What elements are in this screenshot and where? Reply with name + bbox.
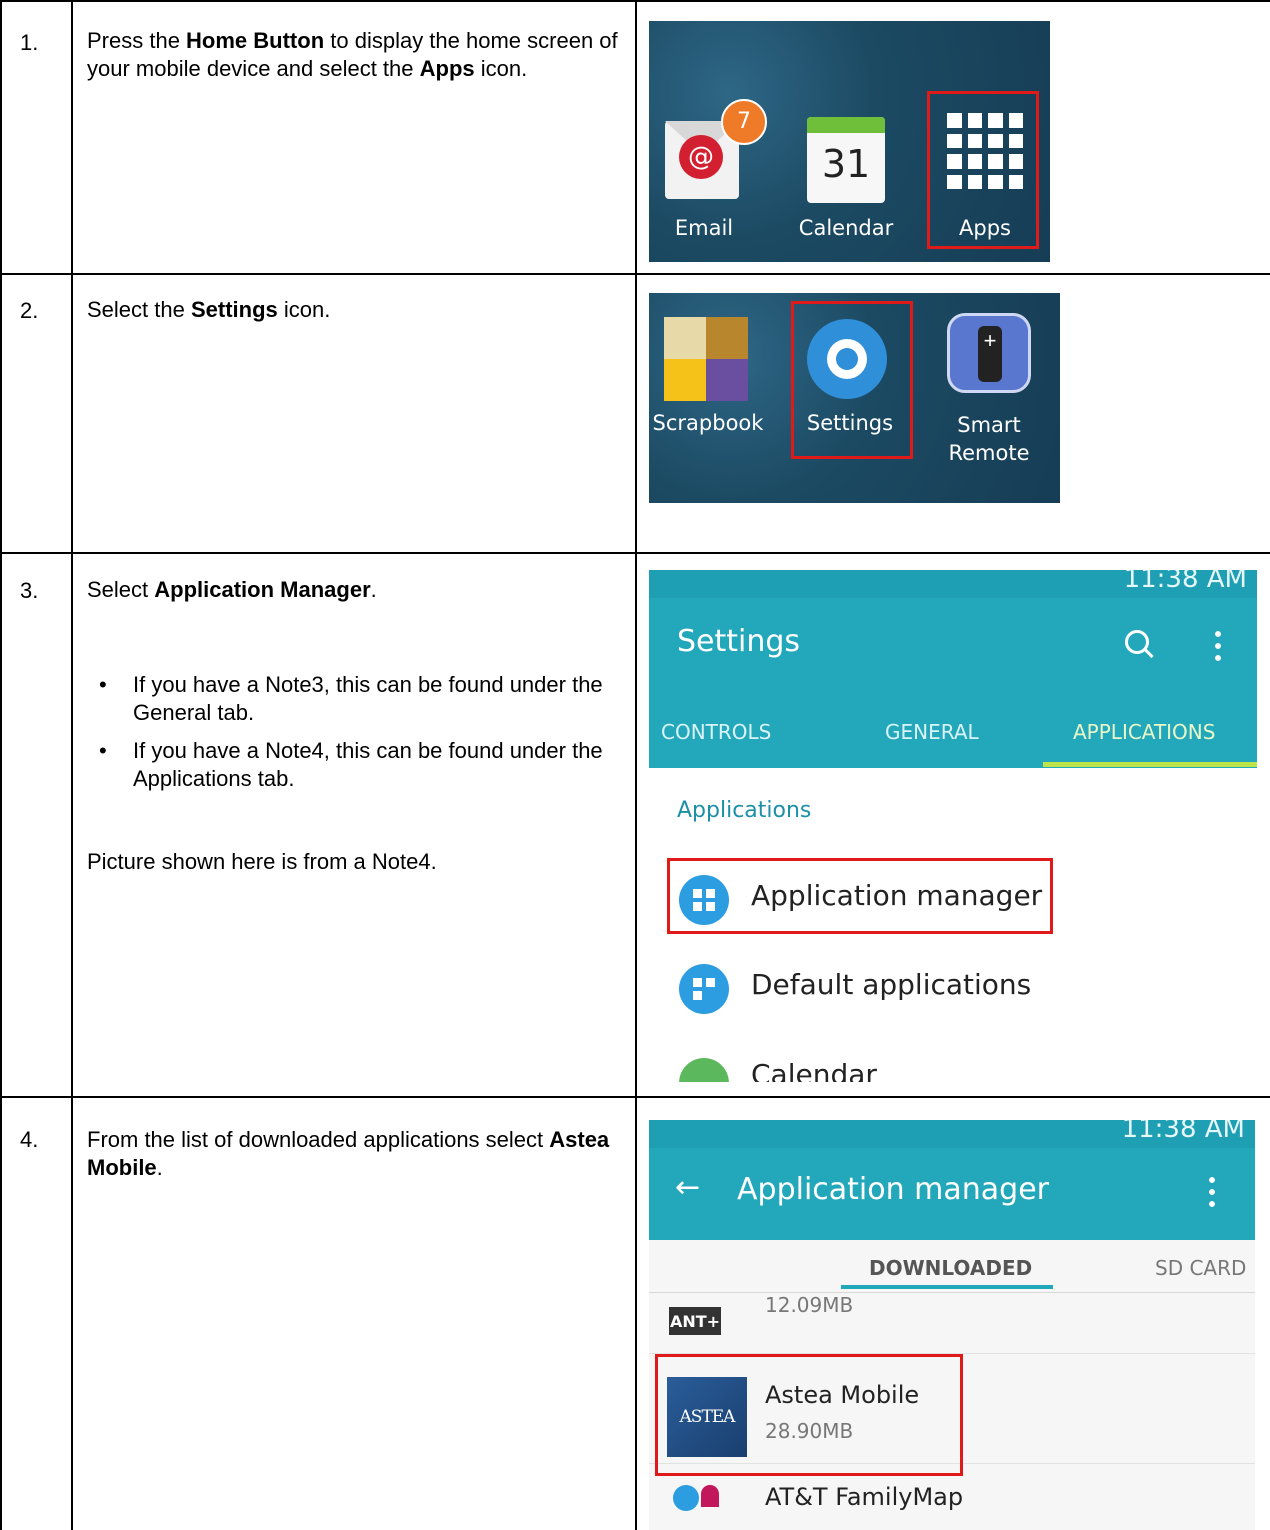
familymap-icon: [673, 1485, 699, 1511]
highlight-box: [927, 91, 1039, 249]
row-divider-2: [0, 552, 1270, 554]
app-manager-screenshot: 11:38 AM ← Application manager DOWNLOADE…: [649, 1120, 1255, 1530]
status-bar: 11:38 AM: [649, 1120, 1255, 1148]
app-name: AT&T FamilyMap: [765, 1483, 964, 1511]
tab-bar: DOWNLOADED SD CARD: [649, 1240, 1255, 1293]
tab-indicator: [1043, 762, 1257, 767]
highlight-box: [667, 858, 1053, 934]
step-instruction: From the list of downloaded applications…: [87, 1127, 610, 1180]
step-instruction: Press the Home Button to display the hom…: [87, 28, 618, 81]
ant-plus-icon: ANT+: [669, 1307, 721, 1335]
scrapbook-label: Scrapbook: [652, 411, 764, 435]
app-manager-header: ← Application manager: [649, 1148, 1255, 1240]
tab-downloaded[interactable]: DOWNLOADED: [869, 1256, 1032, 1280]
list-item: If you have a Note4, this can be found u…: [87, 737, 627, 793]
status-time: 11:38 AM: [1123, 570, 1247, 594]
apps-label: Apps: [419, 56, 475, 81]
highlight-box: [655, 1354, 963, 1476]
default-apps-icon: [679, 964, 729, 1014]
calendar-item[interactable]: Calendar: [649, 1052, 1257, 1082]
app-row[interactable]: ANT+ 12.09MB: [649, 1293, 1255, 1354]
more-options-icon[interactable]: [1215, 628, 1221, 662]
settings-header: Settings CONTROLS GENERAL APPLICATIONS: [649, 598, 1257, 768]
status-bar: 11:38 AM: [649, 570, 1257, 598]
remote-icon: +: [947, 313, 1031, 393]
tab-general[interactable]: GENERAL: [885, 720, 979, 744]
back-arrow-icon[interactable]: ←: [675, 1170, 700, 1205]
row-divider-3: [0, 1096, 1270, 1098]
more-options-icon[interactable]: [1209, 1174, 1215, 1208]
calendar-icon: 31: [807, 117, 885, 203]
search-icon-handle: [1144, 648, 1154, 659]
list-item-label: Default applications: [751, 968, 1032, 1001]
step-instruction: Select the Settings icon.: [87, 297, 331, 322]
section-header: Applications: [677, 798, 812, 823]
step-number: 3.: [20, 578, 39, 603]
list-item: If you have a Note3, this can be found u…: [87, 671, 627, 727]
tab-indicator: [841, 1285, 1053, 1289]
familymap-icon: [701, 1485, 719, 1507]
remote-label: Smart Remote: [948, 413, 1030, 465]
page-title: Application manager: [737, 1172, 1049, 1207]
home-screen-screenshot: @ 7 Email 31 Calendar Apps: [649, 21, 1050, 262]
list-item-label: Calendar: [751, 1058, 877, 1082]
scrapbook-icon: [664, 317, 748, 401]
page-title: Settings: [677, 624, 801, 659]
row-divider-1: [0, 273, 1270, 275]
table-border-num: [71, 0, 73, 1530]
app-size: 12.09MB: [765, 1293, 854, 1317]
calendar-label: Calendar: [798, 216, 894, 240]
highlight-box: [791, 301, 913, 459]
table-border-left: [0, 0, 2, 1530]
apps-screen-screenshot: Scrapbook Settings + Smart Remote: [649, 293, 1060, 503]
step-number: 4.: [20, 1127, 39, 1152]
tab-controls[interactable]: CONTROLS: [661, 720, 771, 744]
application-manager-label: Application Manager: [154, 577, 371, 602]
default-applications-item[interactable]: Default applications: [649, 958, 1257, 1028]
email-label: Email: [674, 216, 734, 240]
status-time: 11:38 AM: [1121, 1120, 1245, 1144]
step-number: 2.: [20, 298, 39, 323]
home-button-label: Home Button: [186, 28, 325, 53]
tab-sd-card[interactable]: SD CARD: [1155, 1256, 1246, 1280]
settings-screenshot: 11:38 AM Settings CONTROLS GENERAL APPLI…: [649, 570, 1257, 1082]
tab-applications[interactable]: APPLICATIONS: [1073, 720, 1215, 744]
calendar-app-icon: [679, 1058, 729, 1082]
bullet-list: If you have a Note3, this can be found u…: [87, 671, 627, 803]
note-text: Picture shown here is from a Note4.: [87, 849, 437, 874]
notification-badge: 7: [721, 99, 767, 145]
table-border-mid: [635, 0, 637, 1530]
step-number: 1.: [20, 30, 39, 55]
step-instruction: Select Application Manager.: [87, 577, 377, 602]
settings-label: Settings: [190, 297, 278, 322]
